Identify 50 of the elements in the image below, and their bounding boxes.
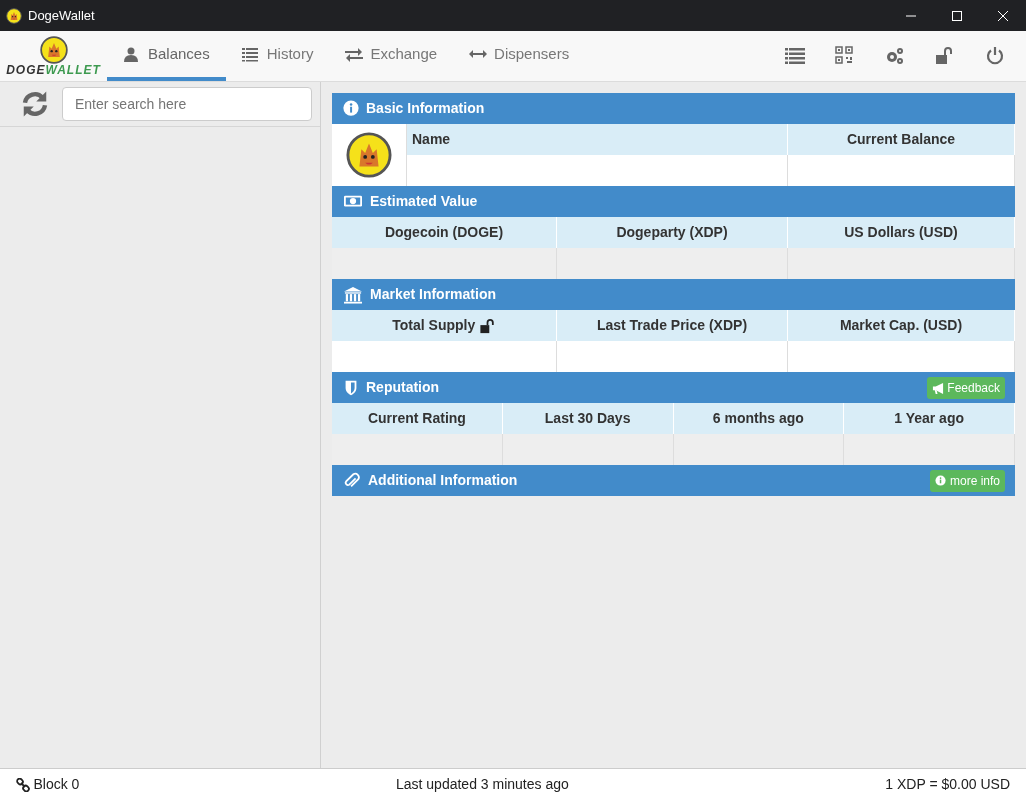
search-field[interactable]: Enter search here <box>62 87 312 121</box>
info-icon <box>342 99 360 118</box>
paperclip-icon <box>342 471 362 490</box>
list-icon <box>785 46 805 66</box>
user-icon <box>123 46 141 62</box>
more-info-button[interactable]: more info <box>929 469 1005 492</box>
section-title: Reputation <box>366 378 440 397</box>
refresh-button[interactable] <box>20 89 50 119</box>
column-header: Current Rating <box>367 409 466 428</box>
column-header: US Dollars (USD) <box>844 223 958 242</box>
refresh-icon <box>20 89 50 119</box>
swap-arrows-icon <box>345 46 364 62</box>
maximize-icon <box>951 9 963 22</box>
nav-tab[interactable]: Dispensers <box>453 31 586 81</box>
column-header: Market Cap. (USD) <box>839 316 963 335</box>
unlocked-padlock-icon <box>478 317 496 334</box>
column-header: Total Supply <box>392 316 476 335</box>
unlocked-padlock-icon <box>935 46 955 66</box>
dog-logo-icon <box>6 7 22 24</box>
qr-code-icon <box>835 46 855 66</box>
bank-icon <box>342 285 364 304</box>
megaphone-icon <box>932 381 945 394</box>
section-title: Additional Information <box>368 471 518 490</box>
nav-tab[interactable]: Exchange <box>329 31 454 81</box>
dog-logo-icon <box>39 36 68 64</box>
block-height: Block 0 <box>33 775 80 794</box>
column-header: Name <box>407 124 788 155</box>
power-icon <box>985 46 1005 66</box>
logo-text: DOGEWALLET <box>6 64 101 76</box>
section-title: Market Information <box>370 285 496 304</box>
column-header: Last 30 Days <box>544 409 631 428</box>
section-title: Basic Information <box>366 99 485 118</box>
column-header: Dogeparty (XDP) <box>616 223 728 242</box>
dog-avatar-icon <box>346 132 392 178</box>
window-title: DogeWallet <box>28 6 95 25</box>
gears-icon <box>885 46 905 66</box>
column-header: Current Balance <box>788 124 1015 155</box>
link-icon <box>16 777 30 792</box>
section-title: Estimated Value <box>370 192 478 211</box>
info-icon <box>934 474 947 487</box>
column-header: 6 months ago <box>712 409 804 428</box>
column-header: Dogecoin (DOGE) <box>384 223 504 242</box>
column-header: Last Trade Price (XDP) <box>596 316 748 335</box>
column-header: 1 Year ago <box>894 409 964 428</box>
feedback-button[interactable]: Feedback <box>927 376 1005 399</box>
close-icon <box>997 9 1009 22</box>
last-updated-text: Last updated 3 minutes ago <box>395 775 570 794</box>
exchange-rate-text: 1 XDP = $0.00 USD <box>885 775 1010 794</box>
list-icon <box>241 46 260 62</box>
nav-tab[interactable]: History <box>225 31 330 81</box>
